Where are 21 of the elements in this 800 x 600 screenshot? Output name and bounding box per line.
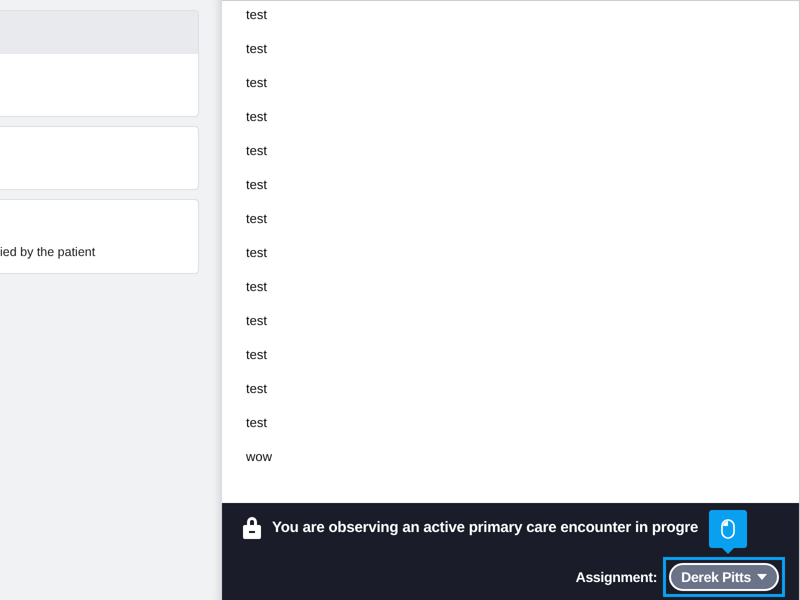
list-item: test (246, 278, 268, 296)
list-item: test (246, 142, 268, 160)
list-item: test (246, 312, 268, 330)
assignment-label: Assignment: (576, 569, 658, 585)
list-item: test (246, 6, 268, 24)
list-item: test (246, 346, 268, 364)
caret-icon (757, 574, 767, 580)
list-item: wow (246, 448, 274, 466)
list-item: test (246, 108, 268, 126)
list-item: test (246, 40, 268, 58)
list-item: test (246, 380, 268, 398)
list-item: test (246, 414, 268, 432)
card-text: ied by the patient (0, 245, 96, 259)
lock-icon (242, 515, 262, 539)
assignee-dropdown[interactable]: Derek Pitts (669, 563, 779, 591)
list-item: test (246, 244, 268, 262)
mouse-icon (721, 519, 735, 539)
list-item: test (246, 74, 268, 92)
banner-message: You are observing an active primary care encounter in progre (272, 518, 698, 536)
list-item: test (246, 210, 268, 228)
list-item: test (246, 176, 268, 194)
